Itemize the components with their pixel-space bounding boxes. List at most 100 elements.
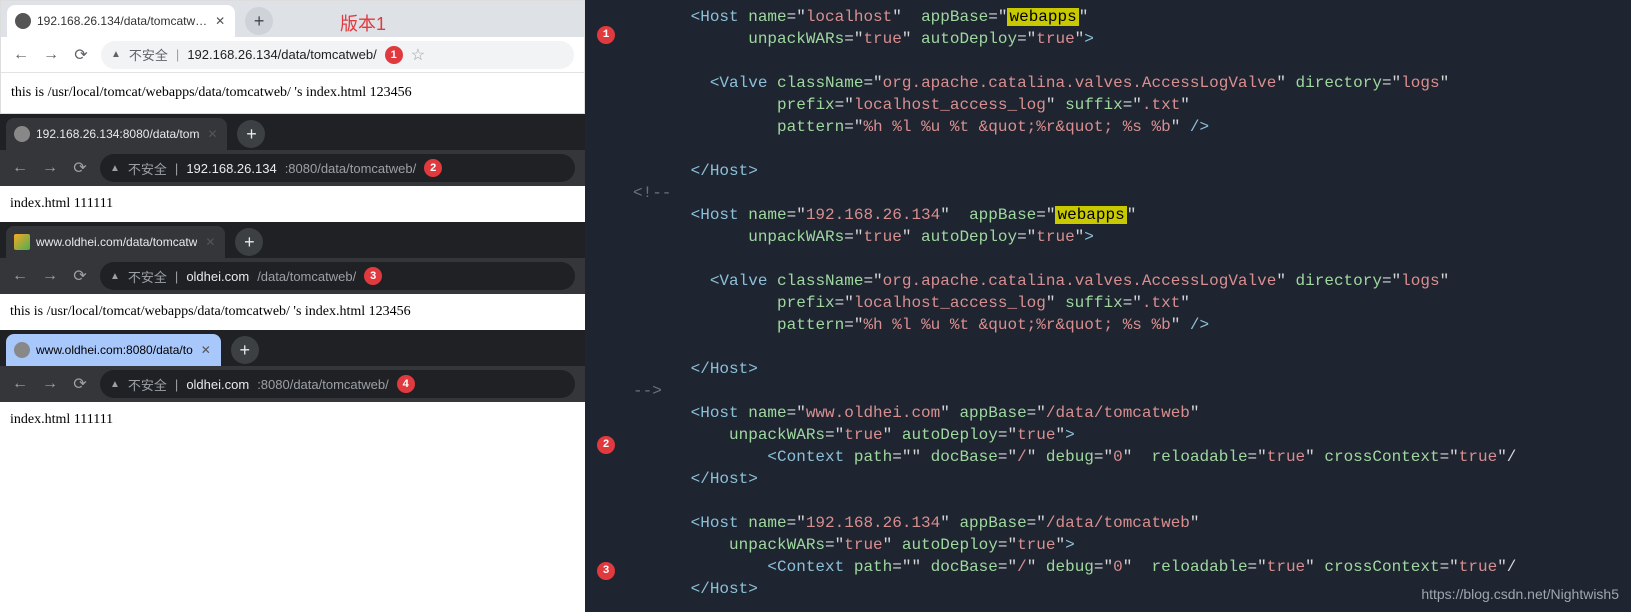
code-editor[interactable]: 123 <Host name="localhost" appBase="weba… xyxy=(585,0,1631,612)
browser-window: 192.168.26.134/data/tomcatw… ✕ + ← → ⟳ ▲ 不安全 | 19… xyxy=(0,0,585,114)
code-line[interactable]: <!-- xyxy=(633,182,1627,204)
favicon-icon xyxy=(14,234,30,250)
code-area[interactable]: <Host name="localhost" appBase="webapps"… xyxy=(629,0,1631,612)
close-icon[interactable]: ✕ xyxy=(213,14,227,28)
bookmark-star-icon[interactable]: ☆ xyxy=(411,45,425,65)
back-icon[interactable]: ← xyxy=(11,45,31,65)
tab-title: 192.168.26.134/data/tomcatw… xyxy=(37,14,207,28)
back-icon[interactable]: ← xyxy=(10,158,30,178)
reload-icon[interactable]: ⟳ xyxy=(70,158,90,178)
url-input[interactable]: ▲不安全|192.168.26.134:8080/data/tomcatweb/… xyxy=(100,154,575,182)
browser-tab[interactable]: 192.168.26.134:8080/data/tom ✕ xyxy=(6,118,227,150)
url-input[interactable]: ▲ 不安全 | 192.168.26.134/data/tomcatweb/1 ☆ xyxy=(101,41,574,69)
address-bar: ← → ⟳ ▲ 不安全 | oldhei.com/data/tomcatweb/3 xyxy=(0,258,585,294)
code-line[interactable]: </Host> xyxy=(633,358,1627,380)
warning-triangle-icon: ▲ xyxy=(110,379,120,390)
favicon-icon xyxy=(15,13,31,29)
url-host: oldhei.com xyxy=(186,377,249,392)
code-line[interactable] xyxy=(633,248,1627,270)
tab-bar: 192.168.26.134/data/tomcatw… ✕ + xyxy=(1,1,584,37)
insecure-label: 不安全 xyxy=(129,45,168,64)
tab-title: www.oldhei.com/data/tomcatw xyxy=(36,235,197,249)
code-line[interactable] xyxy=(633,490,1627,512)
address-bar: ←→⟳▲不安全|oldhei.com:8080/data/tomcatweb/4 xyxy=(0,366,585,402)
code-line[interactable] xyxy=(633,336,1627,358)
code-line[interactable]: </Host> xyxy=(633,468,1627,490)
code-line[interactable]: <Context path="" docBase="/" debug="0" r… xyxy=(633,446,1627,468)
left-browser-stack: 版本1 192.168.26.134/data/tomcatw… ✕ + ← → ⟳ ▲ 不安… xyxy=(0,0,585,612)
code-line[interactable]: prefix="localhost_access_log" suffix=".t… xyxy=(633,292,1627,314)
url-text: 192.168.26.134/data/tomcatweb/ xyxy=(187,47,376,62)
browser-window: 192.168.26.134:8080/data/tom✕+←→⟳▲不安全|19… xyxy=(0,114,585,222)
warning-triangle-icon: ▲ xyxy=(110,271,120,282)
favicon-icon xyxy=(14,126,30,142)
new-tab-button[interactable]: + xyxy=(235,228,263,256)
code-line[interactable]: <Host name="192.168.26.134" appBase="web… xyxy=(633,204,1627,226)
browser-window: www.oldhei.com:8080/data/to✕ + ← → ⟳ ▲ 不安全 | old… xyxy=(0,330,585,438)
code-line[interactable]: pattern="%h %l %u %t &quot;%r&quot; %s %… xyxy=(633,116,1627,138)
close-icon[interactable]: ✕ xyxy=(205,127,219,141)
annotation-badge: 3 xyxy=(364,267,382,285)
code-line[interactable]: <Valve className="org.apache.catalina.va… xyxy=(633,270,1627,292)
code-line[interactable]: <Valve className="org.apache.catalina.va… xyxy=(633,72,1627,94)
forward-icon[interactable]: → xyxy=(40,158,60,178)
url-host: 192.168.26.134 xyxy=(186,161,276,176)
code-line[interactable]: <Host name="192.168.26.134" appBase="/da… xyxy=(633,512,1627,534)
close-icon[interactable]: ✕ xyxy=(203,235,217,249)
code-line[interactable]: unpackWARs="true" autoDeploy="true"> xyxy=(633,534,1627,556)
warning-triangle-icon: ▲ xyxy=(111,49,121,60)
annotation-badge: 1 xyxy=(385,46,403,64)
code-line[interactable]: unpackWARs="true" autoDeploy="true"> xyxy=(633,28,1627,50)
code-line[interactable]: unpackWARs="true" autoDeploy="true"> xyxy=(633,226,1627,248)
reload-icon[interactable]: ⟳ xyxy=(71,45,91,65)
separator: | xyxy=(175,161,178,176)
reload-icon[interactable]: ⟳ xyxy=(70,266,90,286)
separator: | xyxy=(175,269,178,284)
watermark-text: https://blog.csdn.net/Nightwish5 xyxy=(1421,586,1619,602)
new-tab-button[interactable]: + xyxy=(237,120,265,148)
tab-bar: www.oldhei.com:8080/data/to✕ + xyxy=(0,330,585,366)
url-input[interactable]: ▲ 不安全 | oldhei.com/data/tomcatweb/3 xyxy=(100,262,575,290)
version-label: 版本1 xyxy=(340,10,386,36)
separator: | xyxy=(175,377,178,392)
reload-icon[interactable]: ⟳ xyxy=(70,374,90,394)
new-tab-button[interactable]: + xyxy=(245,7,273,35)
code-line[interactable]: <Context path="" docBase="/" debug="0" r… xyxy=(633,556,1627,578)
warning-triangle-icon: ▲ xyxy=(110,163,120,174)
url-path: :8080/data/tomcatweb/ xyxy=(257,377,389,392)
insecure-label: 不安全 xyxy=(128,375,167,394)
tab-bar: 192.168.26.134:8080/data/tom ✕ + xyxy=(0,114,585,150)
forward-icon[interactable]: → xyxy=(40,374,60,394)
code-line[interactable]: <Host name="localhost" appBase="webapps" xyxy=(633,6,1627,28)
page-body: this is /usr/local/tomcat/webapps/data/t… xyxy=(0,294,585,330)
code-line[interactable]: </Host> xyxy=(633,160,1627,182)
browser-tab[interactable]: www.oldhei.com:8080/data/to✕ xyxy=(6,334,221,366)
address-bar: ←→⟳▲不安全|192.168.26.134:8080/data/tomcatw… xyxy=(0,150,585,186)
page-body: this is /usr/local/tomcat/webapps/data/t… xyxy=(1,73,584,113)
address-bar: ← → ⟳ ▲ 不安全 | 192.168.26.134/data/tomcatweb/1 ☆ xyxy=(1,37,584,73)
code-line[interactable] xyxy=(633,50,1627,72)
url-path: /data/tomcatweb/ xyxy=(257,269,356,284)
code-annotation-badge: 2 xyxy=(597,436,615,454)
code-gutter: 123 xyxy=(585,0,629,612)
code-line[interactable]: --> xyxy=(633,380,1627,402)
back-icon[interactable]: ← xyxy=(10,374,30,394)
code-line[interactable]: unpackWARs="true" autoDeploy="true"> xyxy=(633,424,1627,446)
url-input[interactable]: ▲不安全|oldhei.com:8080/data/tomcatweb/4 xyxy=(100,370,575,398)
close-icon[interactable]: ✕ xyxy=(199,343,213,357)
forward-icon[interactable]: → xyxy=(41,45,61,65)
code-line[interactable]: prefix="localhost_access_log" suffix=".t… xyxy=(633,94,1627,116)
forward-icon[interactable]: → xyxy=(40,266,60,286)
back-icon[interactable]: ← xyxy=(10,266,30,286)
browser-tab[interactable]: www.oldhei.com/data/tomcatw ✕ xyxy=(6,226,225,258)
separator: | xyxy=(176,47,179,62)
tab-title: 192.168.26.134:8080/data/tom xyxy=(36,127,199,141)
insecure-label: 不安全 xyxy=(128,267,167,286)
code-annotation-badge: 1 xyxy=(597,26,615,44)
code-line[interactable] xyxy=(633,138,1627,160)
code-line[interactable]: pattern="%h %l %u %t &quot;%r&quot; %s %… xyxy=(633,314,1627,336)
new-tab-button[interactable]: + xyxy=(231,336,259,364)
url-host: oldhei.com xyxy=(186,269,249,284)
code-line[interactable]: <Host name="www.oldhei.com" appBase="/da… xyxy=(633,402,1627,424)
browser-tab[interactable]: 192.168.26.134/data/tomcatw… ✕ xyxy=(7,5,235,37)
